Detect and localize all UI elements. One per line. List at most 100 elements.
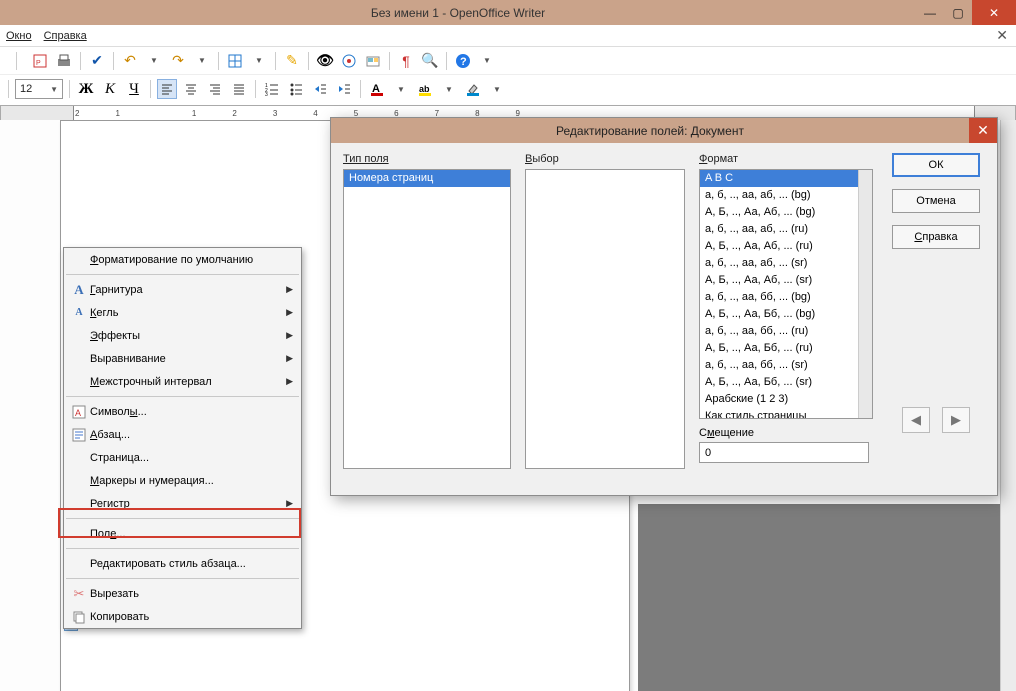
dialog-title: Редактирование полей: Документ — [331, 124, 969, 138]
format-item[interactable]: А, Б, .., Аа, Аб, ... (bg) — [700, 204, 858, 221]
help-button[interactable]: Справка — [892, 225, 980, 249]
cm-font[interactable]: A Гарнитура ▶ — [64, 278, 301, 301]
type-item[interactable]: Номера страниц — [344, 170, 510, 187]
separator — [66, 274, 299, 275]
titlebar: Без имени 1 - OpenOffice Writer — ▢ ✕ — [0, 0, 1016, 25]
underline-button[interactable]: Ч — [124, 79, 144, 99]
format-item[interactable]: А, Б, .., Аа, Бб, ... (ru) — [700, 340, 858, 357]
italic-button[interactable]: К — [100, 79, 120, 99]
cm-size[interactable]: A Кегль ▶ — [64, 301, 301, 324]
document-close-icon[interactable]: ✕ — [996, 27, 1008, 44]
scissors-icon: ✂ — [68, 586, 90, 602]
format-item[interactable]: а, б, .., аа, аб, ... (ru) — [700, 221, 858, 238]
align-left-icon[interactable] — [157, 79, 177, 99]
nonprinting-icon[interactable]: ¶ — [396, 51, 416, 71]
caret-icon[interactable]: ▼ — [249, 51, 269, 71]
cm-field[interactable]: Поле... — [64, 522, 301, 545]
font-size-select[interactable]: 12 ▼ — [15, 79, 63, 99]
svg-text:ab: ab — [419, 84, 430, 94]
size-icon: A — [68, 307, 90, 318]
format-item[interactable]: а, б, .., аа, бб, ... (bg) — [700, 289, 858, 306]
format-item[interactable]: а, б, .., аа, аб, ... (sr) — [700, 255, 858, 272]
table-icon[interactable] — [225, 51, 245, 71]
format-item[interactable]: а, б, .., аа, бб, ... (ru) — [700, 323, 858, 340]
decrease-indent-icon[interactable] — [310, 79, 330, 99]
export-pdf-icon[interactable]: P — [30, 51, 50, 71]
format-item[interactable]: Арабские (1 2 3) — [700, 391, 858, 408]
format-item[interactable]: а, б, .., аа, аб, ... (bg) — [700, 187, 858, 204]
print-icon[interactable] — [54, 51, 74, 71]
separator — [218, 52, 219, 70]
undo-icon[interactable]: ↶ — [120, 51, 140, 71]
selection-listbox[interactable] — [525, 169, 685, 469]
cm-bullets[interactable]: Маркеры и нумерация... — [64, 469, 301, 492]
cancel-button[interactable]: Отмена — [892, 189, 980, 213]
caret-icon[interactable]: ▼ — [487, 79, 507, 99]
window-controls: — ▢ ✕ — [916, 0, 1016, 25]
cm-edit-style[interactable]: Редактировать стиль абзаца... — [64, 552, 301, 575]
prev-record-button[interactable]: ◀ — [902, 407, 930, 433]
maximize-button[interactable]: ▢ — [944, 0, 972, 25]
type-listbox[interactable]: Номера страниц — [343, 169, 511, 469]
close-button[interactable]: ✕ — [972, 0, 1016, 25]
caret-icon[interactable]: ▼ — [439, 79, 459, 99]
cm-copy[interactable]: Копировать — [64, 605, 301, 628]
offset-input[interactable] — [699, 442, 869, 463]
numbering-icon[interactable]: 123 — [262, 79, 282, 99]
separator — [69, 80, 70, 98]
separator — [6, 51, 26, 71]
cm-page[interactable]: Страница... — [64, 446, 301, 469]
submenu-arrow-icon: ▶ — [286, 284, 293, 295]
next-record-button[interactable]: ▶ — [942, 407, 970, 433]
align-right-icon[interactable] — [205, 79, 225, 99]
navigator-icon[interactable] — [339, 51, 359, 71]
menu-help[interactable]: Справка — [44, 30, 87, 42]
format-item[interactable]: А, Б, .., Аа, Бб, ... (bg) — [700, 306, 858, 323]
edit-fields-dialog: Редактирование полей: Документ ✕ Тип пол… — [330, 117, 998, 496]
find-icon[interactable]: 👁 — [315, 51, 335, 71]
list-scrollbar[interactable] — [858, 170, 872, 418]
minimize-button[interactable]: — — [916, 0, 944, 25]
cm-paragraph[interactable]: Абзац... — [64, 423, 301, 446]
font-color-icon[interactable]: A — [367, 79, 387, 99]
format-listbox[interactable]: A B Cа, б, .., аа, аб, ... (bg)А, Б, ..,… — [699, 169, 873, 419]
redo-icon[interactable]: ↷ — [168, 51, 188, 71]
cm-case[interactable]: Регистр ▶ — [64, 492, 301, 515]
format-item[interactable]: Как стиль страницы — [700, 408, 858, 419]
vertical-scrollbar[interactable] — [1000, 120, 1016, 691]
format-item[interactable]: А, Б, .., Аа, Аб, ... (ru) — [700, 238, 858, 255]
separator — [308, 52, 309, 70]
spellcheck-icon[interactable]: ✔ — [87, 51, 107, 71]
menu-window[interactable]: Окно — [6, 30, 32, 42]
gallery-icon[interactable] — [363, 51, 383, 71]
ok-button[interactable]: ОК — [892, 153, 980, 177]
bullets-icon[interactable] — [286, 79, 306, 99]
align-justify-icon[interactable] — [229, 79, 249, 99]
format-item[interactable]: а, б, .., аа, бб, ... (sr) — [700, 357, 858, 374]
caret-icon[interactable]: ▼ — [391, 79, 411, 99]
help-icon[interactable]: ? — [453, 51, 473, 71]
cm-effects[interactable]: Эффекты ▶ — [64, 324, 301, 347]
cm-cut[interactable]: ✂ Вырезать — [64, 582, 301, 605]
zoom-icon[interactable]: 🔍 — [420, 51, 440, 71]
cm-line-spacing[interactable]: Межстрочный интервал ▶ — [64, 370, 301, 393]
cm-default-formatting[interactable]: Форматирование по умолчанию — [64, 248, 301, 271]
dialog-close-button[interactable]: ✕ — [969, 118, 997, 143]
format-item[interactable]: А, Б, .., Аа, Аб, ... (sr) — [700, 272, 858, 289]
format-item[interactable]: A B C — [700, 170, 858, 187]
cm-align[interactable]: Выравнивание ▶ — [64, 347, 301, 370]
bgcolor-icon[interactable] — [463, 79, 483, 99]
cm-symbols[interactable]: A Символы... — [64, 400, 301, 423]
caret-icon[interactable]: ▼ — [477, 51, 497, 71]
increase-indent-icon[interactable] — [334, 79, 354, 99]
caret-icon[interactable]: ▼ — [192, 51, 212, 71]
bold-button[interactable]: Ж — [76, 79, 96, 99]
caret-icon[interactable]: ▼ — [144, 51, 164, 71]
copy-icon — [68, 610, 90, 624]
format-item[interactable]: А, Б, .., Аа, Бб, ... (sr) — [700, 374, 858, 391]
align-center-icon[interactable] — [181, 79, 201, 99]
svg-text:?: ? — [460, 56, 467, 68]
window-title: Без имени 1 - OpenOffice Writer — [0, 6, 916, 20]
highlight-icon[interactable]: ab — [415, 79, 435, 99]
draw-icon[interactable]: ✎ — [282, 51, 302, 71]
